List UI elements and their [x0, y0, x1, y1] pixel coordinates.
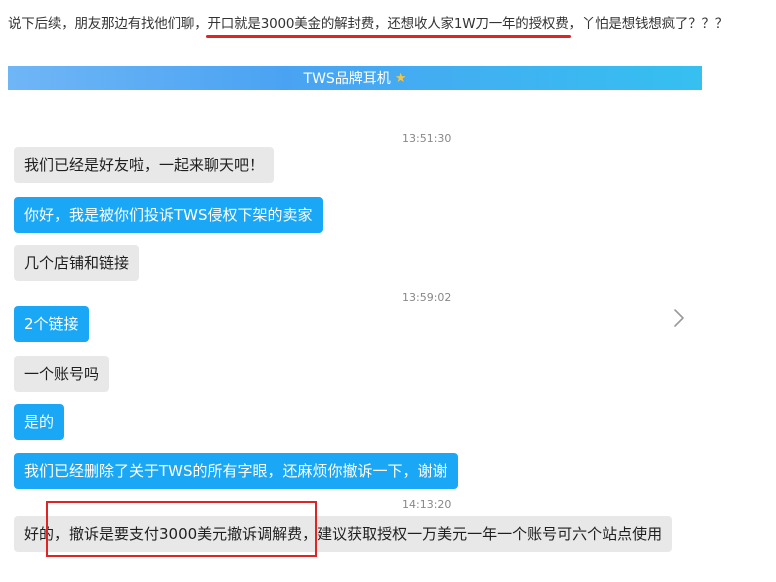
message-bubble: 几个店铺和链接 [14, 245, 140, 281]
message-bubble: 是的 [14, 404, 65, 440]
screenshot-root: 说下后续，朋友那边有找他们聊，开口就是3000美金的解封费，还想收人家1W刀一年… [0, 0, 776, 582]
caption-highlight-text: 开口就是3000美金的解封费，还想收人家1W刀一年的授权费 [207, 16, 569, 32]
message-bubble: 2个链接 [14, 306, 89, 342]
chevron-right-icon[interactable] [672, 306, 686, 330]
red-underline [205, 35, 571, 38]
message-bubble: 我们已经删除了关于TWS的所有字眼，还麻烦你撤诉一下，谢谢 [14, 453, 458, 489]
caption-highlight: 开口就是3000美金的解封费，还想收人家1W刀一年的授权费 [205, 12, 571, 38]
timestamp: 13:51:30 [402, 132, 452, 145]
star-icon: ★ [394, 70, 407, 86]
chat-title: TWS品牌耳机 [303, 71, 391, 87]
message-bubble: 你好，我是被你们投诉TWS侵权下架的卖家 [14, 197, 323, 233]
caption-prefix: 说下后续，朋友那边有找他们聊， [8, 16, 208, 32]
post-caption: 说下后续，朋友那边有找他们聊，开口就是3000美金的解封费，还想收人家1W刀一年… [8, 12, 729, 38]
red-highlight-box [46, 501, 317, 557]
caption-suffix: ，丫怕是想钱想疯了？？？ [568, 16, 729, 32]
timestamp: 14:13:20 [402, 498, 452, 511]
message-bubble: 我们已经是好友啦，一起来聊天吧！ [14, 147, 275, 183]
chat-header: TWS品牌耳机 ★ [8, 66, 702, 90]
timestamp: 13:59:02 [402, 291, 452, 304]
message-bubble: 一个账号吗 [14, 356, 110, 392]
